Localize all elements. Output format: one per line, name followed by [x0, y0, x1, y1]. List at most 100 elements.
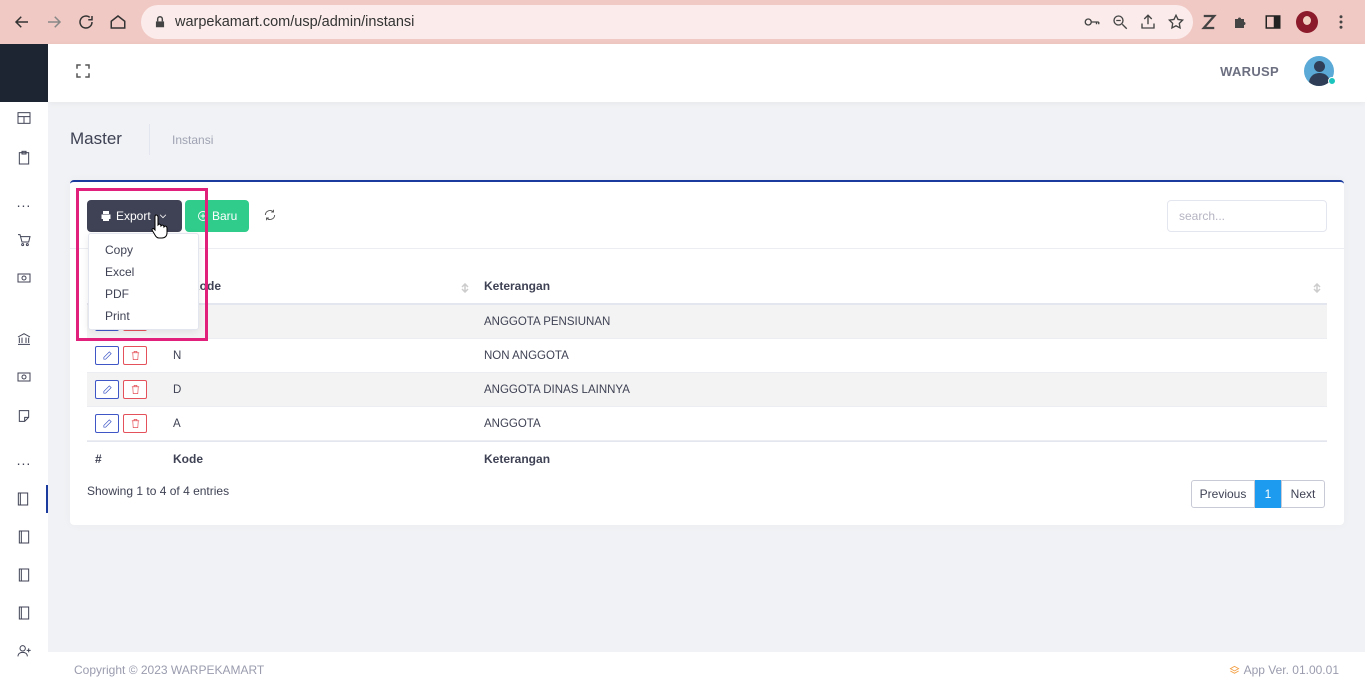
column-header-keterangan[interactable]: Keterangan	[484, 269, 550, 303]
cell-keterangan: NON ANGGOTA	[484, 349, 569, 362]
layers-icon	[1229, 665, 1240, 674]
page-title: Master	[70, 129, 122, 148]
key-icon[interactable]	[1083, 13, 1101, 31]
next-page-button[interactable]: Next	[1281, 480, 1325, 508]
sidebar-item-note[interactable]	[0, 402, 48, 430]
cell-keterangan: ANGGOTA	[484, 417, 541, 430]
cell-kode: D	[173, 383, 182, 396]
delete-button[interactable]	[123, 346, 147, 365]
subheader-divider	[149, 124, 150, 155]
more-vertical-icon[interactable]	[1332, 13, 1350, 31]
previous-page-button[interactable]: Previous	[1191, 480, 1255, 508]
cell-kode: A	[173, 417, 181, 430]
delete-button[interactable]	[123, 414, 147, 433]
highlight-box	[76, 188, 208, 341]
fullscreen-icon	[76, 64, 90, 78]
sidebar-toggle-icon[interactable]	[1264, 13, 1282, 31]
sidebar-item-cart[interactable]	[0, 226, 48, 254]
book-icon	[18, 530, 30, 544]
reload-button[interactable]	[70, 6, 102, 38]
breadcrumb[interactable]: Instansi	[172, 133, 213, 147]
lock-icon	[155, 16, 165, 28]
table-footer: # Kode Keterangan	[87, 441, 1327, 475]
extension-z-icon[interactable]	[1200, 13, 1218, 31]
fullscreen-button[interactable]	[74, 62, 92, 80]
money-icon	[17, 273, 31, 283]
book-icon	[18, 568, 30, 582]
sidebar-item-add-user[interactable]	[0, 637, 48, 665]
arrow-right-icon	[48, 16, 62, 28]
trash-icon	[131, 385, 139, 394]
star-icon[interactable]	[1167, 13, 1185, 31]
browser-profile-avatar[interactable]	[1296, 11, 1318, 33]
edit-button[interactable]	[95, 414, 119, 433]
online-status-dot	[1328, 77, 1336, 85]
trash-icon	[131, 419, 139, 428]
hand-cursor-icon	[151, 214, 168, 239]
sidebar-item-dashboard[interactable]	[0, 104, 48, 132]
sidebar-item-book-3[interactable]	[0, 561, 48, 589]
puzzle-icon[interactable]	[1232, 13, 1250, 31]
note-icon	[18, 410, 30, 422]
reload-icon	[79, 15, 93, 29]
add-new-label: Baru	[212, 209, 238, 223]
search-input[interactable]	[1167, 200, 1327, 232]
zoom-icon[interactable]	[1111, 13, 1129, 31]
browser-toolbar: warpekamart.com/usp/admin/instansi	[0, 0, 1365, 44]
home-icon	[110, 15, 126, 29]
sidebar-item-money[interactable]	[0, 264, 48, 292]
address-bar[interactable]: warpekamart.com/usp/admin/instansi	[141, 5, 1193, 39]
sort-icon[interactable]	[1312, 282, 1322, 294]
edit-button[interactable]	[95, 346, 119, 365]
user-name[interactable]: WARUSP	[1220, 64, 1279, 79]
url-text: warpekamart.com/usp/admin/instansi	[175, 14, 415, 30]
sidebar-item-book-4[interactable]	[0, 599, 48, 627]
cart-icon	[18, 234, 31, 247]
book-icon	[18, 606, 30, 620]
sidebar: ... ...	[0, 44, 48, 687]
footer-keterangan: Keterangan	[484, 451, 551, 466]
footer-num: #	[95, 451, 102, 466]
sidebar-item-bank[interactable]	[0, 325, 48, 353]
layout-icon	[17, 112, 31, 124]
page-footer: Copyright © 2023 WARPEKAMART App Ver. 01…	[48, 652, 1365, 687]
copyright-text: Copyright © 2023 WARPEKAMART	[74, 663, 265, 677]
table-row: D ANGGOTA DINAS LAINNYA	[87, 373, 1327, 407]
add-user-icon	[17, 645, 31, 657]
table-row: ANGGOTA PENSIUNAN	[87, 305, 1327, 339]
back-button[interactable]	[6, 6, 38, 38]
refresh-icon	[264, 209, 276, 221]
edit-icon	[102, 351, 112, 360]
pagination: Previous 1 Next	[1191, 480, 1325, 508]
sidebar-section-dots: ...	[16, 194, 32, 210]
table-header: Kode Keterangan	[87, 269, 1327, 305]
top-header: WARUSP	[48, 44, 1365, 102]
table-row: N NON ANGGOTA	[87, 339, 1327, 373]
sidebar-item-book-2[interactable]	[0, 523, 48, 551]
delete-button[interactable]	[123, 380, 147, 399]
table-row: A ANGGOTA	[87, 407, 1327, 441]
sidebar-item-book-active[interactable]	[0, 485, 48, 513]
footer-kode: Kode	[173, 451, 203, 466]
bank-icon	[17, 333, 31, 345]
cell-keterangan: ANGGOTA PENSIUNAN	[484, 315, 611, 328]
edit-button[interactable]	[95, 380, 119, 399]
table-info: Showing 1 to 4 of 4 entries	[87, 484, 230, 498]
refresh-button[interactable]	[263, 208, 277, 222]
sort-icon[interactable]	[460, 282, 470, 294]
sidebar-item-money-2[interactable]	[0, 363, 48, 391]
app-version: App Ver. 01.00.01	[1229, 663, 1339, 677]
share-icon[interactable]	[1139, 13, 1157, 31]
forward-button[interactable]	[38, 6, 70, 38]
trash-icon	[131, 351, 139, 360]
sidebar-section-dots: ...	[16, 452, 32, 468]
cell-kode: N	[173, 349, 182, 362]
money-icon	[17, 372, 31, 382]
data-card: Export Baru Kode Keterangan ANGGOTA PENS…	[70, 180, 1344, 525]
sidebar-item-clipboard[interactable]	[0, 144, 48, 172]
version-text: App Ver. 01.00.01	[1243, 663, 1339, 677]
home-button[interactable]	[102, 6, 134, 38]
edit-icon	[102, 385, 112, 394]
cell-keterangan: ANGGOTA DINAS LAINNYA	[484, 383, 630, 396]
page-1-button[interactable]: 1	[1255, 480, 1281, 508]
